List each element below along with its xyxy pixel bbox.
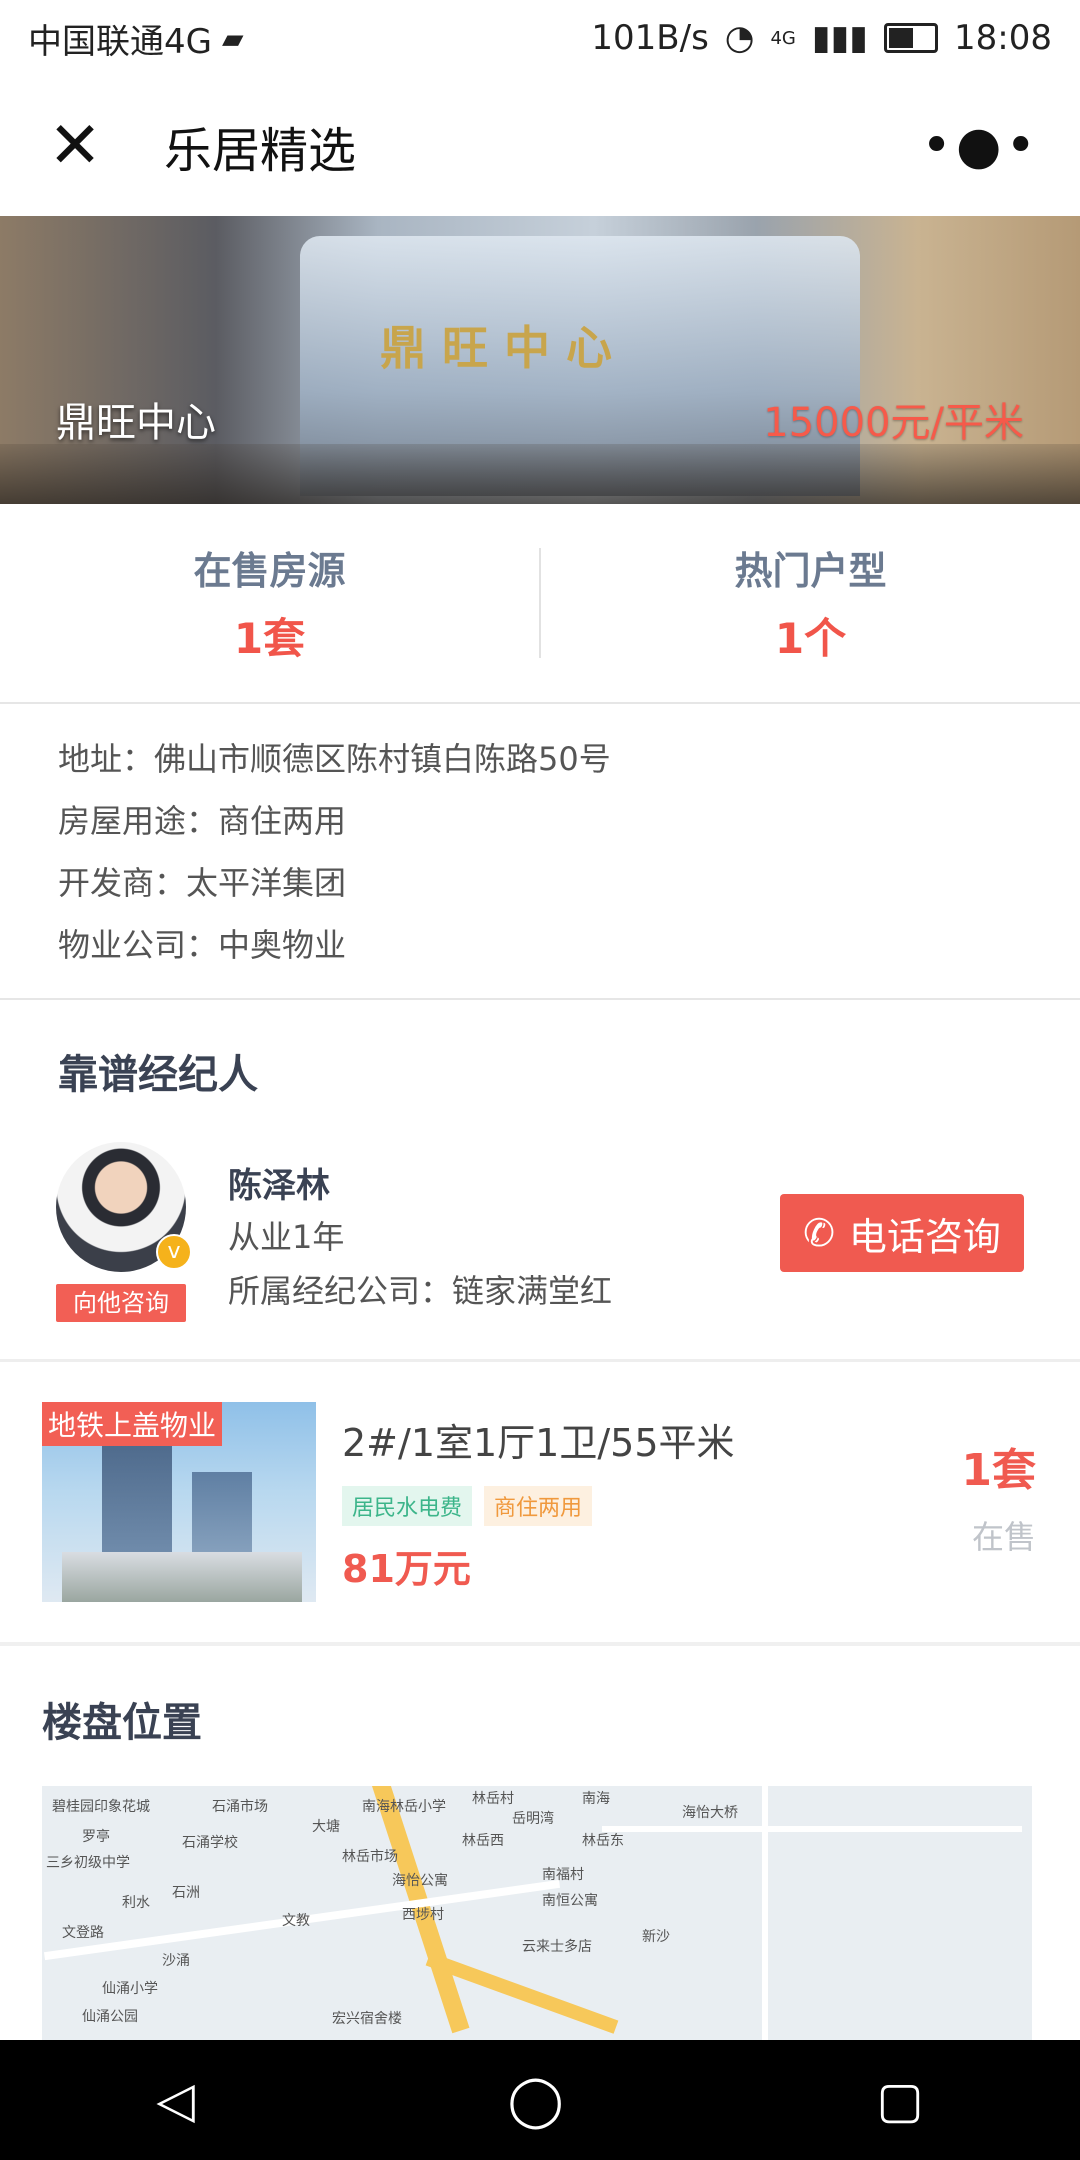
map-label: 罗亭 — [82, 1829, 110, 1845]
project-name: 鼎旺中心 — [56, 400, 216, 446]
phone-consult-label: 电话咨询 — [848, 1214, 1001, 1259]
badge-utility: 居民水电费 — [342, 1486, 473, 1526]
listing-count: 1套 — [961, 1445, 1036, 1496]
phone-icon: ✆ — [803, 1211, 835, 1255]
usage-line: 房屋用途：商住两用 — [58, 802, 347, 840]
map-label: 石涌市场 — [212, 1799, 268, 1815]
map-label: 利水 — [122, 1895, 150, 1911]
map-label: 碧桂园印象花城 — [52, 1799, 150, 1815]
page-title: 乐居精选 — [164, 123, 357, 179]
home-icon[interactable]: ◯ — [508, 2071, 564, 2129]
map-label: 文登路 — [62, 1925, 104, 1941]
onsale-stat[interactable]: 在售房源 1套 — [0, 540, 539, 666]
map-label: 南恒公寓 — [542, 1893, 598, 1909]
map-label: 新沙 — [642, 1929, 670, 1945]
location-map[interactable]: 碧桂园印象花城 石涌市场大塘 南海林岳小学 林岳村岳明湾 南海海怡大桥罗亭 石涌学校林岳市… — [42, 1786, 1032, 2040]
map-label: 石涌学校 — [182, 1835, 238, 1851]
podium — [62, 1552, 302, 1602]
developer-line: 开发商：太平洋集团 — [58, 864, 347, 902]
wifi-icon: ◔ — [724, 18, 755, 58]
listing-price: 81万元 — [342, 1547, 471, 1591]
battery-icon — [884, 23, 939, 53]
stats-bar: 在售房源 1套 热门户型 1个 — [0, 504, 1080, 704]
onsale-value: 1套 — [233, 614, 306, 663]
map-label: 沙涌 — [162, 1953, 190, 1969]
building-sign: 鼎旺中心 — [380, 321, 628, 375]
verified-icon: v — [156, 1234, 192, 1270]
map-label: 林岳东 — [582, 1833, 624, 1849]
consult-agent-tag[interactable]: 向他咨询 — [56, 1284, 186, 1322]
close-icon[interactable]: ✕ — [40, 109, 110, 183]
system-nav-bar: ◁ ◯ ▢ — [0, 2040, 1080, 2160]
network-speed: 101B/s — [591, 18, 709, 58]
avatar[interactable]: v — [56, 1142, 192, 1272]
briefcase-icon: ▰ — [221, 21, 244, 55]
hot-layout-stat[interactable]: 热门户型 1个 — [541, 540, 1080, 666]
location-section-title: 楼盘位置 — [42, 1700, 202, 1746]
street-ground — [0, 444, 1080, 504]
map-label: 南海林岳小学 — [362, 1799, 446, 1815]
more-options-icon[interactable]: •●• — [921, 116, 1040, 176]
listing-thumbnail: 地铁上盖物业 — [42, 1402, 316, 1602]
map-label: 林岳西 — [462, 1833, 504, 1849]
map-label: 云来士多店 — [522, 1939, 592, 1955]
title-bar: ✕ 乐居精选 •●• — [0, 76, 1080, 216]
listing-card[interactable]: 地铁上盖物业 2#/1室1厅1卫/55平米 居民水电费 商住两用 81万元 1套… — [0, 1366, 1080, 1646]
map-label: 南海 — [582, 1791, 610, 1807]
badge-usage: 商住两用 — [484, 1486, 593, 1526]
agent-name: 陈泽林 — [228, 1166, 330, 1206]
network-type: 4G — [770, 27, 796, 49]
map-road-vertical — [762, 1786, 768, 2040]
map-label: 文教 — [282, 1913, 310, 1929]
onsale-label: 在售房源 — [193, 549, 346, 593]
map-label: 三乡初级中学 — [46, 1855, 130, 1871]
recents-icon[interactable]: ▢ — [876, 2071, 923, 2129]
agent-company: 所属经纪公司：链家满堂红 — [228, 1272, 613, 1310]
map-label: 海怡大桥 — [682, 1805, 738, 1821]
address-line: 地址：佛山市顺德区陈村镇白陈路50号 — [58, 740, 611, 778]
listing-count-label: 在售 — [971, 1518, 1036, 1556]
map-label: 海怡公寓 — [392, 1873, 448, 1889]
property-company-line: 物业公司：中奥物业 — [58, 926, 347, 964]
map-label: 南福村 — [542, 1867, 584, 1883]
map-label: 西埗村 — [402, 1907, 444, 1923]
map-label: 大塘 — [312, 1819, 340, 1835]
project-price: 15000元/平米 — [763, 400, 1024, 446]
hot-layout-label: 热门户型 — [734, 549, 887, 593]
map-road-rail — [602, 1826, 1022, 1832]
map-label: 林岳市场 — [342, 1849, 398, 1865]
listing-badges: 居民水电费 商住两用 — [342, 1486, 593, 1526]
hot-layout-value: 1个 — [774, 614, 847, 663]
map-label: 石洲 — [172, 1885, 200, 1901]
carrier-label: 中国联通4G — [28, 21, 212, 62]
listing-title: 2#/1室1厅1卫/55平米 — [342, 1421, 735, 1465]
hero-banner: 鼎旺中心 鼎旺中心 15000元/平米 — [0, 216, 1080, 504]
signal-icon: ▮▮▮ — [811, 18, 869, 58]
clock: 18:08 — [954, 18, 1052, 58]
map-label: 宏兴宿舍楼 — [332, 2011, 402, 2027]
map-label: 岳明湾 — [512, 1811, 554, 1827]
map-label: 仙涌公园 — [82, 2009, 138, 2025]
agent-years: 从业1年 — [228, 1218, 345, 1256]
phone-consult-button[interactable]: ✆ 电话咨询 — [780, 1194, 1024, 1272]
back-icon[interactable]: ◁ — [156, 2071, 194, 2129]
map-label: 仙涌小学 — [102, 1981, 158, 1997]
status-bar: 中国联通4G ▰ 101B/s ◔ 4G ▮▮▮ 18:08 — [0, 0, 1080, 76]
thumb-tag: 地铁上盖物业 — [42, 1402, 223, 1446]
project-info: 地址：佛山市顺德区陈村镇白陈路50号 房屋用途：商住两用 开发商：太平洋集团 物… — [0, 704, 1080, 1000]
agent-section-title: 靠谱经纪人 — [58, 1052, 258, 1098]
map-label: 林岳村 — [472, 1791, 514, 1807]
